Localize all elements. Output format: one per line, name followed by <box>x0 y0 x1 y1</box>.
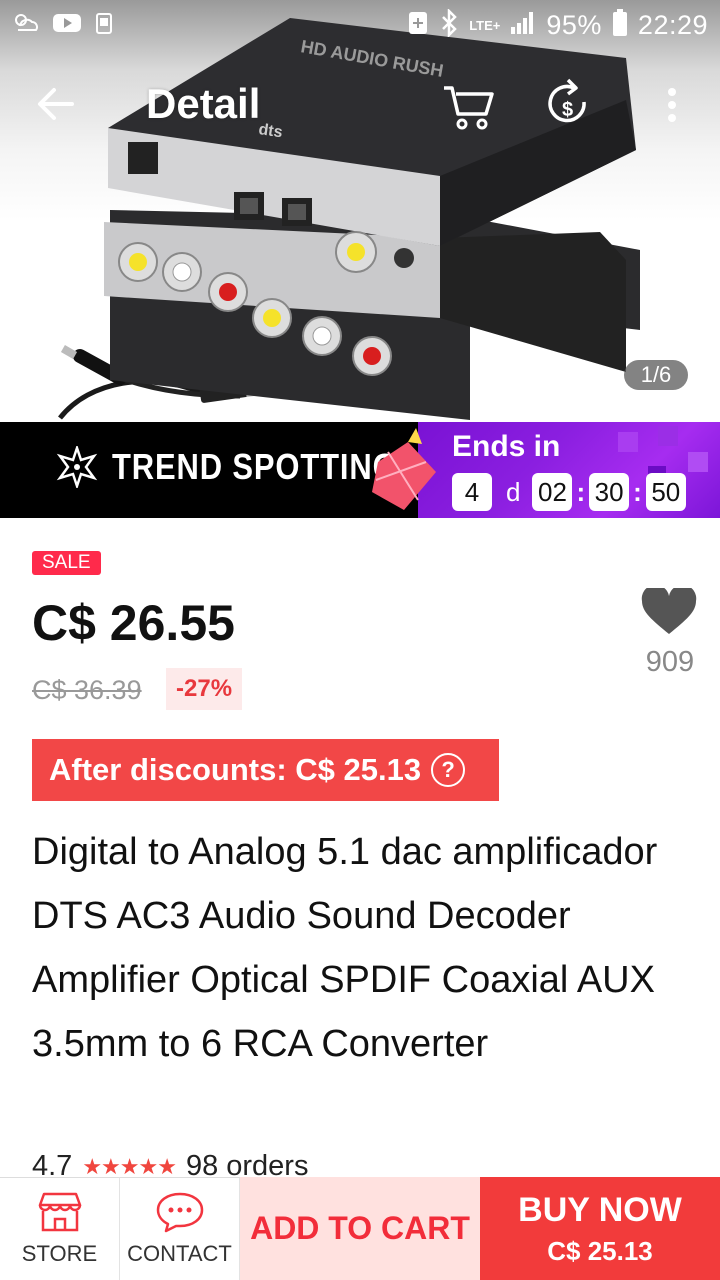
trend-banner-title: TREND SPOTTING <box>112 446 398 487</box>
add-to-cart-label: ADD TO CART <box>250 1210 470 1246</box>
store-button[interactable]: STORE <box>0 1177 120 1280</box>
sale-badge: SALE <box>32 551 101 575</box>
countdown-minutes: 30 <box>589 473 630 511</box>
signal-icon <box>510 11 536 40</box>
buy-now-label: BUY NOW <box>518 1190 682 1229</box>
more-options-button[interactable] <box>652 76 692 136</box>
coin-refresh-icon: $ <box>548 78 586 123</box>
after-discounts-banner[interactable]: After discounts: C$ 25.13 ? <box>32 739 499 801</box>
original-price: C$ 36.39 <box>32 675 142 705</box>
cart-icon <box>444 86 494 130</box>
starburst-icon <box>56 446 98 488</box>
buy-now-button[interactable]: BUY NOW C$ 25.13 <box>480 1177 720 1280</box>
countdown-timer: 4 d 02 : 30 : 50 <box>452 473 686 511</box>
youtube-icon <box>52 12 82 39</box>
bluetooth-icon <box>439 7 459 42</box>
chat-bubble-icon <box>156 1192 203 1233</box>
status-bar: LTE+ 95% 22:29 <box>0 0 720 50</box>
cart-button[interactable] <box>440 74 496 134</box>
current-price: C$ 26.55 <box>32 595 235 651</box>
coin-exchange-button[interactable]: $ <box>544 74 594 134</box>
wishlist-button[interactable] <box>640 584 698 636</box>
back-button[interactable] <box>28 76 84 132</box>
product-image-gallery[interactable]: HD AUDIO RUSH dts LTE+ 95% 22:29 Detail … <box>0 0 720 422</box>
discount-percent-badge: -27% <box>166 668 243 710</box>
wishlist-count: 909 <box>645 646 695 678</box>
contact-label: CONTACT <box>127 1241 232 1266</box>
clock: 22:29 <box>637 9 708 40</box>
countdown-day-unit: d <box>506 476 521 507</box>
screenshot-icon <box>407 10 429 41</box>
battery-percent: 95% <box>546 9 602 40</box>
after-discounts-text: After discounts: C$ 25.13 <box>49 752 422 787</box>
rating-stars-icon: ★★★★★ <box>82 1153 177 1179</box>
more-vertical-icon <box>668 88 676 122</box>
countdown-hours: 02 <box>532 473 573 511</box>
countdown-seconds: 50 <box>645 473 686 511</box>
buy-now-price: C$ 25.13 <box>547 1235 653 1266</box>
image-counter: 1/6 <box>624 360 688 390</box>
heart-icon <box>641 584 697 634</box>
add-to-cart-button[interactable]: ADD TO CART <box>240 1177 480 1280</box>
help-icon[interactable]: ? <box>431 753 466 787</box>
svg-text:$: $ <box>562 99 573 121</box>
contact-button[interactable]: CONTACT <box>120 1177 240 1280</box>
battery-icon <box>612 8 628 42</box>
weather-icon <box>12 12 42 39</box>
store-label: STORE <box>21 1241 98 1266</box>
top-app-bar: Detail $ <box>0 62 720 146</box>
bottom-action-bar: STORE CONTACT ADD TO CART BUY NOW C$ 25.… <box>0 1177 720 1280</box>
store-icon <box>38 1192 81 1232</box>
gift-box-decoration <box>372 428 436 510</box>
clipboard-icon <box>92 11 116 40</box>
ends-in-label: Ends in <box>452 430 561 463</box>
arrow-left-icon <box>38 88 74 120</box>
product-title: Digital to Analog 5.1 dac amplificador D… <box>32 831 658 1065</box>
lte-icon: LTE+ <box>469 17 501 33</box>
page-title: Detail <box>146 80 261 127</box>
countdown-days: 4 <box>452 473 492 511</box>
